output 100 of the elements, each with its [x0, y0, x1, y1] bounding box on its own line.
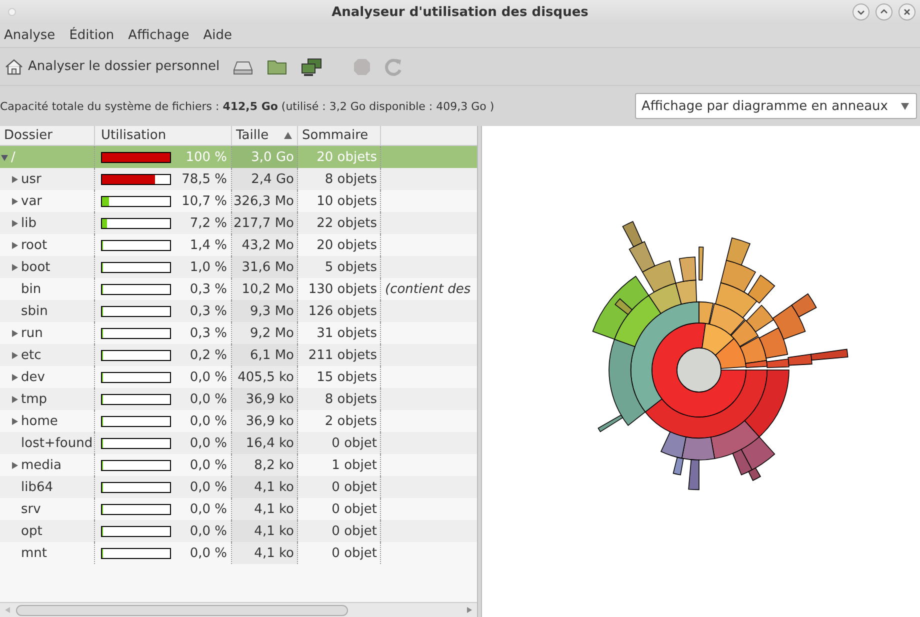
ring-segment[interactable] — [740, 436, 776, 470]
ring-segment[interactable] — [758, 327, 788, 359]
folder-row[interactable]: sbin 0,3 % 9,3 Mo 126 objets — [0, 300, 477, 322]
ring-segment[interactable] — [644, 370, 768, 439]
column-header[interactable]: Dossier — [0, 126, 95, 145]
expand-triangle-icon[interactable] — [10, 328, 19, 338]
folder-name: root — [20, 238, 48, 252]
ring-segment[interactable] — [688, 459, 700, 490]
ring-center[interactable] — [676, 348, 722, 392]
ring-segment[interactable] — [746, 304, 774, 332]
ring-segment[interactable] — [642, 260, 676, 292]
ring-segment[interactable] — [660, 431, 686, 459]
expand-triangle-icon[interactable] — [10, 196, 19, 206]
folder-row[interactable]: boot 1,0 % 31,6 Mo 5 objets — [0, 256, 477, 278]
folder-row[interactable]: opt 0,0 % 4,1 ko 0 objet — [0, 520, 477, 542]
usage-bar — [101, 328, 171, 338]
usage-bar — [101, 438, 171, 448]
ring-segment[interactable] — [648, 282, 682, 314]
scroll-right-icon[interactable] — [465, 606, 473, 614]
ring-segment[interactable] — [714, 338, 746, 369]
menu-item[interactable]: Aide — [203, 28, 232, 43]
ring-segment[interactable] — [730, 320, 758, 347]
folder-name: home — [20, 414, 58, 428]
folder-row[interactable]: lost+found 0,0 % 16,4 ko 0 objet — [0, 432, 477, 454]
ring-segment[interactable] — [672, 456, 684, 476]
minimize-icon[interactable] — [852, 3, 870, 21]
ring-segment[interactable] — [608, 338, 646, 426]
usage-percent: 0,0 % — [190, 480, 227, 494]
column-header[interactable]: Sommaire — [298, 126, 381, 145]
ring-segment[interactable] — [791, 293, 817, 318]
close-icon[interactable] — [898, 3, 916, 21]
item-count: 31 objets — [316, 326, 377, 340]
folder-size: 4,1 ko — [254, 546, 294, 560]
folder-row[interactable]: tmp 0,0 % 36,9 ko 8 objets — [0, 388, 477, 410]
ring-segment[interactable] — [766, 358, 790, 368]
ring-segment[interactable] — [652, 322, 746, 418]
ring-segment[interactable] — [698, 246, 704, 280]
expand-triangle-icon[interactable] — [10, 174, 19, 184]
ring-segment[interactable] — [710, 420, 760, 460]
folder-size: 2,4 Go — [251, 172, 294, 186]
item-count: 126 objets — [308, 304, 377, 318]
ring-segment[interactable] — [630, 301, 700, 412]
ring-segment[interactable] — [772, 304, 806, 340]
network-computers-icon[interactable] — [300, 56, 324, 76]
ring-segment[interactable] — [720, 260, 756, 292]
ring-segment[interactable] — [681, 436, 716, 460]
expand-triangle-icon[interactable] — [10, 416, 19, 426]
ring-segment[interactable] — [740, 336, 767, 364]
ring-segment[interactable] — [675, 280, 698, 305]
ring-segment[interactable] — [628, 241, 656, 272]
expand-triangle-icon[interactable] — [10, 350, 19, 360]
horizontal-scrollbar[interactable] — [16, 604, 348, 616]
view-mode-dropdown[interactable]: Affichage par diagramme en anneaux — [634, 93, 917, 119]
folder-name: srv — [20, 502, 41, 516]
item-count: 15 objets — [316, 370, 377, 384]
ring-segment[interactable] — [622, 221, 643, 248]
ring-segment[interactable] — [709, 303, 746, 336]
ring-segment[interactable] — [810, 348, 848, 361]
item-count: 20 objets — [316, 238, 377, 252]
folder-row[interactable]: etc 0,2 % 6,1 Mo 211 objets — [0, 344, 477, 366]
column-header[interactable]: Taille — [232, 126, 298, 145]
expand-triangle-icon[interactable] — [10, 460, 19, 470]
ring-segment[interactable] — [678, 256, 696, 282]
ring-segment[interactable] — [748, 274, 776, 304]
column-header[interactable]: Utilisation — [95, 126, 232, 145]
folder-name: lib — [20, 216, 36, 230]
ring-segment[interactable] — [715, 282, 758, 318]
expand-triangle-icon[interactable] — [10, 218, 19, 228]
folder-name: tmp — [20, 392, 48, 406]
folder-name: var — [20, 194, 42, 208]
expand-triangle-icon[interactable] — [10, 240, 19, 250]
folder-row[interactable]: lib 7,2 % 217,7 Mo 22 objets — [0, 212, 477, 234]
ring-segment[interactable] — [598, 414, 624, 432]
menu-item[interactable]: Édition — [69, 28, 114, 43]
folder-name: bin — [20, 282, 42, 296]
ring-segment[interactable] — [702, 322, 734, 356]
ring-segment[interactable] — [744, 370, 790, 438]
collapse-triangle-icon[interactable] — [0, 152, 9, 162]
ring-segment[interactable] — [614, 295, 662, 348]
maximize-icon[interactable] — [875, 3, 893, 21]
ring-segment[interactable] — [726, 237, 750, 266]
ring-segment[interactable] — [748, 468, 761, 481]
folder-name: lost+found — [20, 436, 93, 450]
ring-segment[interactable] — [745, 360, 768, 368]
folder-size: 326,3 Mo — [233, 194, 294, 208]
folder-row[interactable]: lib64 0,0 % 4,1 ko 0 objet — [0, 476, 477, 498]
expand-triangle-icon[interactable] — [10, 262, 19, 272]
expand-triangle-icon[interactable] — [10, 372, 19, 382]
ring-segment[interactable] — [614, 298, 633, 315]
ring-segment[interactable] — [732, 449, 752, 476]
folder-name: etc — [20, 348, 42, 362]
ring-segment[interactable] — [698, 301, 714, 324]
ring-segment[interactable] — [592, 276, 650, 340]
scan-home-button[interactable]: Analyser le dossier personnel — [4, 56, 220, 76]
ring-segment[interactable] — [788, 354, 812, 366]
folder-row[interactable]: usr 78,5 % 2,4 Go 8 objets — [0, 168, 477, 190]
item-count: 20 objets — [316, 150, 377, 164]
menu-item[interactable]: Affichage — [128, 28, 190, 43]
expand-triangle-icon[interactable] — [10, 394, 19, 404]
menu-item[interactable]: Analyse — [4, 28, 56, 43]
